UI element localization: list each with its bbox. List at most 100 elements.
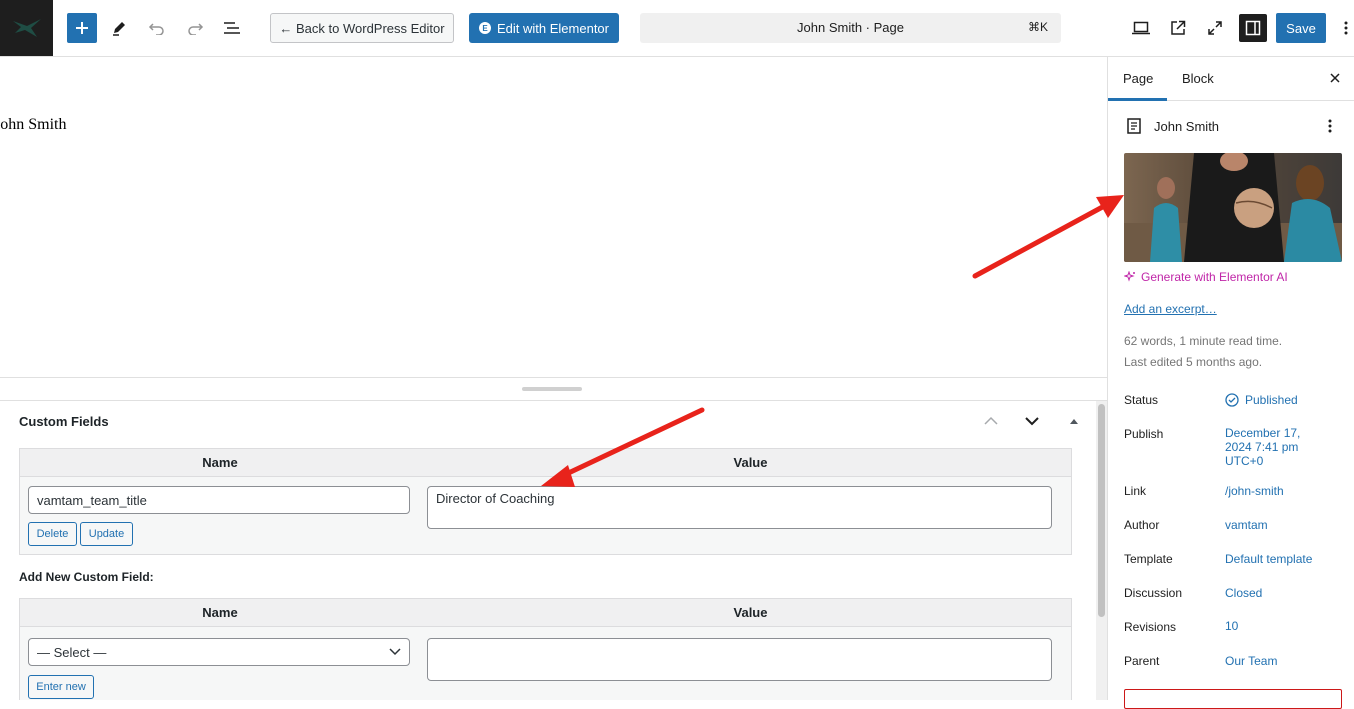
custom-field-value-textarea[interactable]: Director of Coaching bbox=[427, 486, 1052, 529]
metakey-select[interactable]: — Select — bbox=[28, 638, 410, 666]
meta-boxes-resize-bar[interactable] bbox=[0, 377, 1107, 401]
elementor-icon: E bbox=[479, 22, 491, 34]
template-value-button[interactable]: Default template bbox=[1225, 552, 1312, 566]
new-custom-field-header: Name Value bbox=[20, 599, 1071, 627]
custom-fields-title: Custom Fields bbox=[19, 414, 109, 429]
page-icon bbox=[1127, 118, 1141, 134]
document-overview-button[interactable] bbox=[218, 14, 246, 42]
undo-icon bbox=[148, 23, 164, 35]
preview-device-button[interactable] bbox=[1127, 14, 1155, 42]
generate-ai-label: Generate with Elementor AI bbox=[1141, 270, 1288, 284]
move-up-button[interactable] bbox=[981, 411, 1001, 431]
new-custom-field-table: Name Value — Select — Enter new bbox=[19, 598, 1072, 700]
parent-label: Parent bbox=[1124, 654, 1160, 668]
new-field-value-textarea[interactable] bbox=[427, 638, 1052, 681]
editor-canvas[interactable]: John Smith bbox=[0, 57, 1107, 377]
back-to-wordpress-editor-button[interactable]: ← Back to WordPress Editor bbox=[270, 13, 454, 43]
name-column-header: Name bbox=[202, 455, 238, 470]
revisions-label: Revisions bbox=[1124, 620, 1177, 634]
close-icon bbox=[1330, 73, 1340, 83]
sidebar-icon bbox=[1245, 20, 1261, 36]
status-value: Published bbox=[1245, 393, 1298, 407]
published-check-icon bbox=[1225, 393, 1239, 407]
redo-button[interactable] bbox=[181, 14, 209, 42]
featured-image[interactable] bbox=[1124, 153, 1342, 262]
edit-with-elementor-label: Edit with Elementor bbox=[497, 20, 609, 36]
settings-sidebar: Page Block John Smith Generate with Elem… bbox=[1107, 57, 1354, 709]
desktop-icon bbox=[1132, 21, 1150, 35]
link-label: Link bbox=[1124, 484, 1147, 498]
external-link-icon bbox=[1171, 20, 1186, 35]
template-label: Template bbox=[1124, 552, 1173, 566]
page-title[interactable]: John Smith bbox=[0, 116, 66, 134]
options-menu-button[interactable] bbox=[1338, 14, 1354, 42]
plus-icon bbox=[76, 22, 88, 34]
add-new-custom-field-label: Add New Custom Field: bbox=[19, 570, 154, 584]
revisions-value-button[interactable]: 10 bbox=[1225, 619, 1238, 633]
editor-toolbar: ← Back to WordPress Editor E Edit with E… bbox=[0, 0, 1354, 57]
vertical-ellipsis-icon bbox=[1344, 21, 1348, 35]
move-down-button[interactable] bbox=[1022, 411, 1042, 431]
metakey-select-value: — Select — bbox=[37, 645, 107, 660]
publish-label: Publish bbox=[1124, 427, 1164, 441]
last-edited-text: Last edited 5 months ago. bbox=[1124, 355, 1263, 369]
metabox-scrollbar[interactable] bbox=[1096, 401, 1107, 700]
site-logo[interactable] bbox=[0, 0, 53, 56]
command-palette-bar[interactable]: John Smith · Page ⌘K bbox=[640, 13, 1061, 43]
word-count-text: 62 words, 1 minute read time. bbox=[1124, 334, 1283, 348]
close-sidebar-button[interactable] bbox=[1326, 69, 1344, 87]
resize-handle[interactable] bbox=[522, 387, 582, 391]
redo-icon bbox=[188, 23, 204, 35]
custom-fields-header: Name Value bbox=[20, 449, 1071, 477]
chevron-down-icon bbox=[1025, 417, 1039, 426]
save-button[interactable]: Save bbox=[1276, 13, 1326, 43]
document-title: John Smith · Page bbox=[797, 20, 904, 35]
tab-block[interactable]: Block bbox=[1182, 71, 1214, 86]
chevron-down-icon bbox=[389, 648, 401, 656]
discussion-label: Discussion bbox=[1124, 586, 1183, 600]
scrollbar-thumb[interactable] bbox=[1098, 404, 1105, 617]
generate-with-elementor-ai-link[interactable]: Generate with Elementor AI bbox=[1124, 270, 1288, 284]
settings-toggle-button[interactable] bbox=[1239, 14, 1267, 42]
caret-up-icon bbox=[1070, 419, 1078, 424]
sidebar-tabs: Page Block bbox=[1108, 57, 1354, 101]
value-column-header: Value bbox=[733, 605, 768, 620]
chevron-up-icon bbox=[984, 416, 998, 425]
value-column-header: Value bbox=[733, 455, 768, 470]
move-to-trash-button[interactable] bbox=[1124, 689, 1342, 709]
sparkle-icon bbox=[1124, 271, 1135, 282]
tools-button[interactable] bbox=[105, 14, 133, 42]
site-logo-icon bbox=[12, 19, 41, 37]
sidebar-document-title: John Smith bbox=[1154, 119, 1220, 134]
view-page-button[interactable] bbox=[1164, 14, 1192, 42]
pencil-icon bbox=[113, 22, 125, 36]
fullscreen-button[interactable] bbox=[1201, 14, 1229, 42]
name-column-header: Name bbox=[202, 605, 238, 620]
collapse-panel-button[interactable] bbox=[1064, 411, 1084, 431]
active-tab-indicator bbox=[1108, 98, 1167, 101]
featured-image-photo bbox=[1124, 153, 1342, 262]
tab-page[interactable]: Page bbox=[1123, 71, 1153, 86]
add-excerpt-link[interactable]: Add an excerpt… bbox=[1124, 302, 1217, 316]
add-block-button[interactable] bbox=[67, 13, 97, 43]
custom-field-name-input[interactable]: vamtam_team_title bbox=[28, 486, 410, 514]
enter-new-button[interactable]: Enter new bbox=[28, 675, 94, 699]
command-shortcut: ⌘K bbox=[1027, 20, 1048, 34]
author-label: Author bbox=[1124, 518, 1160, 532]
link-value-button[interactable]: /john-smith bbox=[1225, 484, 1284, 498]
publish-date-button[interactable]: December 17, 2024 7:41 pm UTC+0 bbox=[1225, 426, 1325, 468]
custom-fields-metabox: Custom Fields Name Value vamtam_team_tit… bbox=[0, 401, 1093, 700]
update-field-button[interactable]: Update bbox=[80, 522, 133, 546]
parent-value-button[interactable]: Our Team bbox=[1225, 654, 1277, 668]
author-value-button[interactable]: vamtam bbox=[1225, 518, 1268, 532]
delete-field-button[interactable]: Delete bbox=[28, 522, 77, 546]
edit-with-elementor-button[interactable]: E Edit with Elementor bbox=[469, 13, 619, 43]
custom-fields-table: Name Value vamtam_team_title Director of… bbox=[19, 448, 1072, 555]
discussion-value-button[interactable]: Closed bbox=[1225, 586, 1262, 600]
undo-button[interactable] bbox=[143, 14, 171, 42]
fullscreen-icon bbox=[1208, 21, 1222, 35]
list-view-icon bbox=[224, 22, 240, 34]
status-label: Status bbox=[1124, 393, 1159, 407]
status-value-button[interactable]: Published bbox=[1225, 393, 1298, 407]
document-actions-button[interactable] bbox=[1322, 118, 1338, 136]
